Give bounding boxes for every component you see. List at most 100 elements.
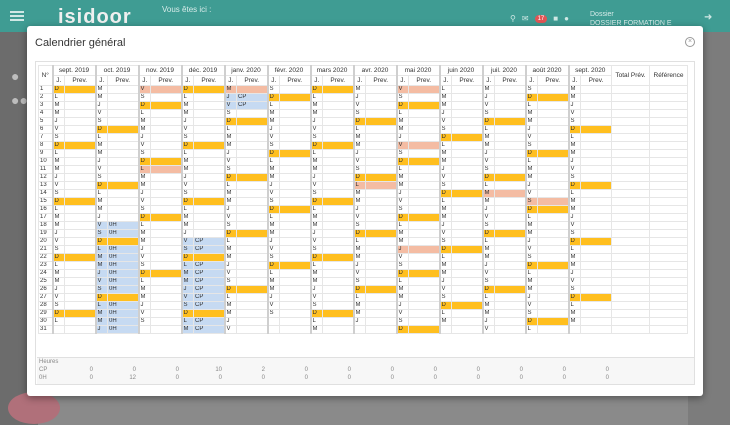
prev-cell[interactable]	[107, 117, 139, 126]
day-cell[interactable]: L	[524, 157, 538, 166]
day-cell[interactable]: S	[352, 277, 366, 286]
prev-cell[interactable]	[494, 285, 526, 294]
day-cell[interactable]: L	[180, 149, 194, 158]
prev-cell[interactable]	[236, 133, 268, 142]
day-cell[interactable]: L	[137, 165, 151, 174]
prev-cell[interactable]: 0H	[107, 229, 139, 238]
prev-cell[interactable]	[494, 125, 526, 134]
prev-cell[interactable]	[150, 317, 182, 326]
day-cell[interactable]: V	[438, 173, 452, 182]
prev-cell[interactable]	[236, 301, 268, 310]
day-cell[interactable]: J	[94, 213, 108, 222]
prev-cell[interactable]	[408, 149, 440, 158]
day-cell[interactable]: L	[438, 197, 452, 206]
prev-cell[interactable]	[365, 141, 397, 150]
prev-cell[interactable]	[322, 109, 354, 118]
prev-cell[interactable]	[107, 133, 139, 142]
prev-cell[interactable]	[279, 165, 311, 174]
prev-cell[interactable]	[107, 85, 139, 94]
day-cell[interactable]: J	[481, 149, 495, 158]
day-cell[interactable]: M	[180, 213, 194, 222]
day-cell[interactable]: S	[524, 85, 538, 94]
day-cell[interactable]: M	[352, 189, 366, 198]
prev-cell[interactable]	[322, 261, 354, 270]
prev-cell[interactable]	[537, 109, 569, 118]
prev-cell[interactable]	[322, 317, 354, 326]
prev-cell[interactable]	[408, 261, 440, 270]
prev-cell[interactable]	[580, 109, 612, 118]
day-cell[interactable]: V	[309, 237, 323, 246]
day-cell[interactable]: V	[567, 109, 581, 118]
day-cell[interactable]: L	[524, 269, 538, 278]
day-cell[interactable]: D	[481, 173, 495, 182]
day-cell[interactable]: L	[266, 101, 280, 110]
prev-cell[interactable]	[150, 269, 182, 278]
prev-cell[interactable]	[279, 173, 311, 182]
day-cell[interactable]: L	[223, 181, 237, 190]
prev-cell[interactable]	[451, 245, 483, 254]
prev-cell[interactable]: 0H	[107, 253, 139, 262]
day-cell[interactable]: M	[180, 101, 194, 110]
prev-cell[interactable]	[408, 181, 440, 190]
prev-cell[interactable]	[580, 141, 612, 150]
prev-cell[interactable]: CP	[236, 101, 268, 110]
day-cell[interactable]: J	[180, 285, 194, 294]
prev-cell[interactable]	[236, 117, 268, 126]
day-cell[interactable]: J	[352, 317, 366, 326]
day-cell[interactable]: J	[51, 173, 65, 182]
day-cell[interactable]: S	[481, 109, 495, 118]
prev-cell[interactable]	[365, 189, 397, 198]
day-cell[interactable]: S	[137, 317, 151, 326]
day-cell[interactable]: M	[94, 197, 108, 206]
day-cell[interactable]: D	[395, 325, 409, 334]
day-cell[interactable]: D	[438, 301, 452, 310]
day-cell[interactable]: D	[481, 117, 495, 126]
prev-cell[interactable]	[494, 109, 526, 118]
prev-cell[interactable]	[64, 125, 96, 134]
prev-cell[interactable]	[279, 213, 311, 222]
day-cell[interactable]: D	[481, 285, 495, 294]
prev-cell[interactable]	[365, 181, 397, 190]
prev-cell[interactable]	[279, 261, 311, 270]
day-cell[interactable]: L	[51, 205, 65, 214]
day-cell[interactable]: S	[352, 109, 366, 118]
day-cell[interactable]: V	[438, 285, 452, 294]
day-cell[interactable]: L	[223, 237, 237, 246]
prev-cell[interactable]: CP	[193, 317, 225, 326]
prev-cell[interactable]	[494, 157, 526, 166]
day-cell[interactable]: M	[51, 165, 65, 174]
prev-cell[interactable]	[494, 317, 526, 326]
prev-cell[interactable]	[494, 197, 526, 206]
prev-cell[interactable]	[580, 149, 612, 158]
prev-cell[interactable]	[408, 293, 440, 302]
day-cell[interactable]: D	[524, 149, 538, 158]
prev-cell[interactable]	[150, 149, 182, 158]
day-cell[interactable]: M	[223, 253, 237, 262]
prev-cell[interactable]	[537, 189, 569, 198]
prev-cell[interactable]	[236, 269, 268, 278]
prev-cell[interactable]	[408, 253, 440, 262]
day-cell[interactable]: M	[567, 197, 581, 206]
prev-cell[interactable]	[193, 213, 225, 222]
day-cell[interactable]: M	[137, 181, 151, 190]
prev-cell[interactable]	[193, 109, 225, 118]
day-cell[interactable]: S	[438, 181, 452, 190]
prev-cell[interactable]	[537, 285, 569, 294]
day-cell[interactable]: S	[524, 253, 538, 262]
prev-cell[interactable]	[451, 93, 483, 102]
prev-cell[interactable]	[322, 237, 354, 246]
day-cell[interactable]: S	[438, 125, 452, 134]
prev-cell[interactable]	[408, 245, 440, 254]
prev-cell[interactable]	[451, 261, 483, 270]
prev-cell[interactable]	[365, 253, 397, 262]
day-cell[interactable]: V	[51, 293, 65, 302]
day-cell[interactable]: M	[137, 293, 151, 302]
day-cell[interactable]: M	[524, 229, 538, 238]
day-cell[interactable]: V	[137, 141, 151, 150]
day-cell[interactable]: M	[51, 157, 65, 166]
prev-cell[interactable]	[408, 213, 440, 222]
prev-cell[interactable]	[64, 117, 96, 126]
day-cell[interactable]: S	[266, 197, 280, 206]
prev-cell[interactable]	[279, 181, 311, 190]
day-cell[interactable]: L	[438, 85, 452, 94]
